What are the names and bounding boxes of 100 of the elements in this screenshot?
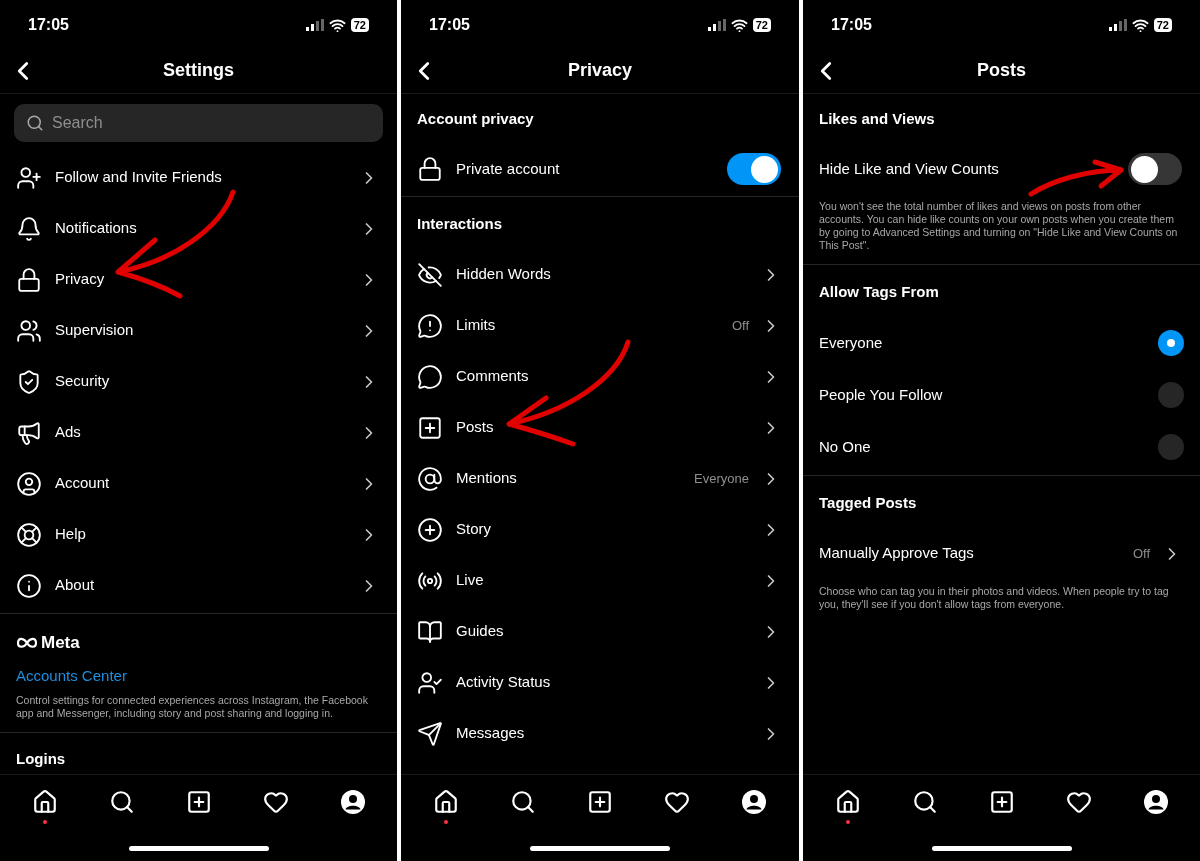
row-label: Account: [55, 473, 111, 494]
row-label: Messages: [456, 723, 526, 744]
toggle-switch[interactable]: [727, 153, 781, 185]
lock-icon: [16, 266, 42, 293]
settings-row[interactable]: Comments: [401, 351, 799, 402]
section-heading: Likes and Views: [819, 108, 935, 129]
profile-icon: [16, 470, 42, 497]
radio-button[interactable]: [1158, 434, 1184, 460]
settings-row[interactable]: Help: [0, 509, 397, 560]
people-icon: [16, 317, 42, 344]
row-value: Off: [1132, 544, 1150, 563]
search-field[interactable]: Search: [14, 104, 383, 142]
row-label: Guides: [456, 621, 505, 642]
info-icon: [16, 572, 42, 599]
row-label: Hide Like and View Counts: [819, 158, 999, 179]
search-icon: [911, 788, 938, 815]
profile-icon: [1142, 788, 1169, 815]
lock-icon: [417, 156, 443, 182]
home-icon: [432, 788, 459, 815]
settings-row[interactable]: Account: [0, 458, 397, 509]
settings-row[interactable]: Security: [0, 356, 397, 407]
row-label: Activity Status: [456, 672, 552, 693]
signal-icon: [1108, 19, 1127, 31]
row-label: Story: [456, 519, 492, 540]
row-label: Limits: [456, 315, 497, 336]
option-label: People You Follow: [819, 384, 944, 405]
signal-icon: [305, 19, 324, 31]
settings-row[interactable]: Live: [401, 555, 799, 606]
row-label: Help: [55, 524, 87, 545]
send-icon: [417, 720, 443, 747]
create-icon: [586, 788, 613, 815]
row-label: Hidden Words: [456, 264, 552, 285]
battery-indicator: 72: [1153, 18, 1172, 32]
signal-icon: [707, 19, 726, 31]
create-icon: [185, 788, 212, 815]
profile-icon: [339, 788, 366, 815]
toggle-switch[interactable]: [1128, 153, 1182, 185]
shield-icon: [16, 368, 42, 395]
settings-row[interactable]: Manually Approve Tags Off: [803, 528, 1200, 579]
accounts-link[interactable]: Accounts Center: [16, 666, 127, 684]
settings-row[interactable]: Notifications: [0, 203, 397, 254]
screen-title: Settings: [162, 59, 235, 82]
row-label: Notifications: [55, 218, 138, 239]
row-value: Everyone: [694, 469, 749, 488]
section-heading: Tagged Posts: [819, 492, 917, 513]
lifebuoy-icon: [16, 521, 42, 548]
settings-row[interactable]: Limits Off: [401, 300, 799, 351]
battery-indicator: 72: [350, 18, 369, 32]
status-time: 17:05: [429, 15, 470, 35]
row-label: Supervision: [55, 320, 135, 341]
settings-row[interactable]: Follow and Invite Friends: [0, 152, 397, 203]
add-user-icon: [16, 164, 42, 191]
search-icon: [509, 788, 536, 815]
radio-button[interactable]: [1158, 382, 1184, 408]
radio-button[interactable]: [1158, 330, 1184, 356]
settings-row[interactable]: Story: [401, 504, 799, 555]
settings-row[interactable]: Ads: [0, 407, 397, 458]
bell-icon: [16, 215, 42, 242]
row-label: Mentions: [456, 468, 518, 489]
search-icon: [108, 788, 135, 815]
hidden-eye-icon: [417, 261, 443, 288]
plus-square-icon: [417, 414, 443, 441]
section-heading: Allow Tags From: [819, 281, 939, 302]
battery-indicator: 72: [752, 18, 771, 32]
settings-row[interactable]: About: [0, 560, 397, 611]
create-icon: [988, 788, 1015, 815]
plus-circle-icon: [417, 516, 443, 543]
option-label: Everyone: [819, 332, 884, 353]
settings-row[interactable]: Activity Status: [401, 657, 799, 708]
settings-row[interactable]: Guides: [401, 606, 799, 657]
row-label: About: [55, 575, 96, 596]
description-text: Choose who can tag you in their photos and videos. When people try to tag you, they'll see if you don't allow tags from everyone.: [819, 585, 1170, 611]
row-value: Off: [731, 316, 749, 335]
home-icon: [834, 788, 861, 815]
infinity-logo-icon: [16, 636, 38, 649]
row-label: Live: [456, 570, 485, 591]
megaphone-icon: [16, 419, 42, 446]
settings-row[interactable]: Supervision: [0, 305, 397, 356]
search-icon: [26, 114, 44, 132]
profile-icon: [741, 788, 768, 815]
search-input[interactable]: Search: [52, 111, 371, 135]
screen-title: Privacy: [566, 59, 634, 82]
settings-row[interactable]: Mentions Everyone: [401, 453, 799, 504]
row-label: Private account: [456, 158, 560, 179]
row-label: Privacy: [55, 269, 106, 290]
book-icon: [417, 618, 443, 645]
brand-name: Meta: [41, 632, 80, 654]
user-check-icon: [417, 669, 443, 696]
status-time: 17:05: [831, 15, 872, 35]
section-heading: Logins: [16, 749, 66, 770]
row-label: Posts: [456, 417, 495, 438]
description-text: Control settings for connected experiences across Instagram, the Facebook app and Messenger, including story and post sharing and logging in.: [16, 693, 369, 720]
section-heading: Account privacy: [417, 108, 534, 129]
settings-row[interactable]: Hidden Words: [401, 249, 799, 300]
settings-row[interactable]: Posts: [401, 402, 799, 453]
settings-row[interactable]: Privacy: [0, 254, 397, 305]
speech-bubble-icon: [417, 363, 443, 390]
settings-row[interactable]: Messages: [401, 708, 799, 759]
row-label: Ads: [55, 422, 82, 443]
at-sign-icon: [417, 465, 443, 492]
